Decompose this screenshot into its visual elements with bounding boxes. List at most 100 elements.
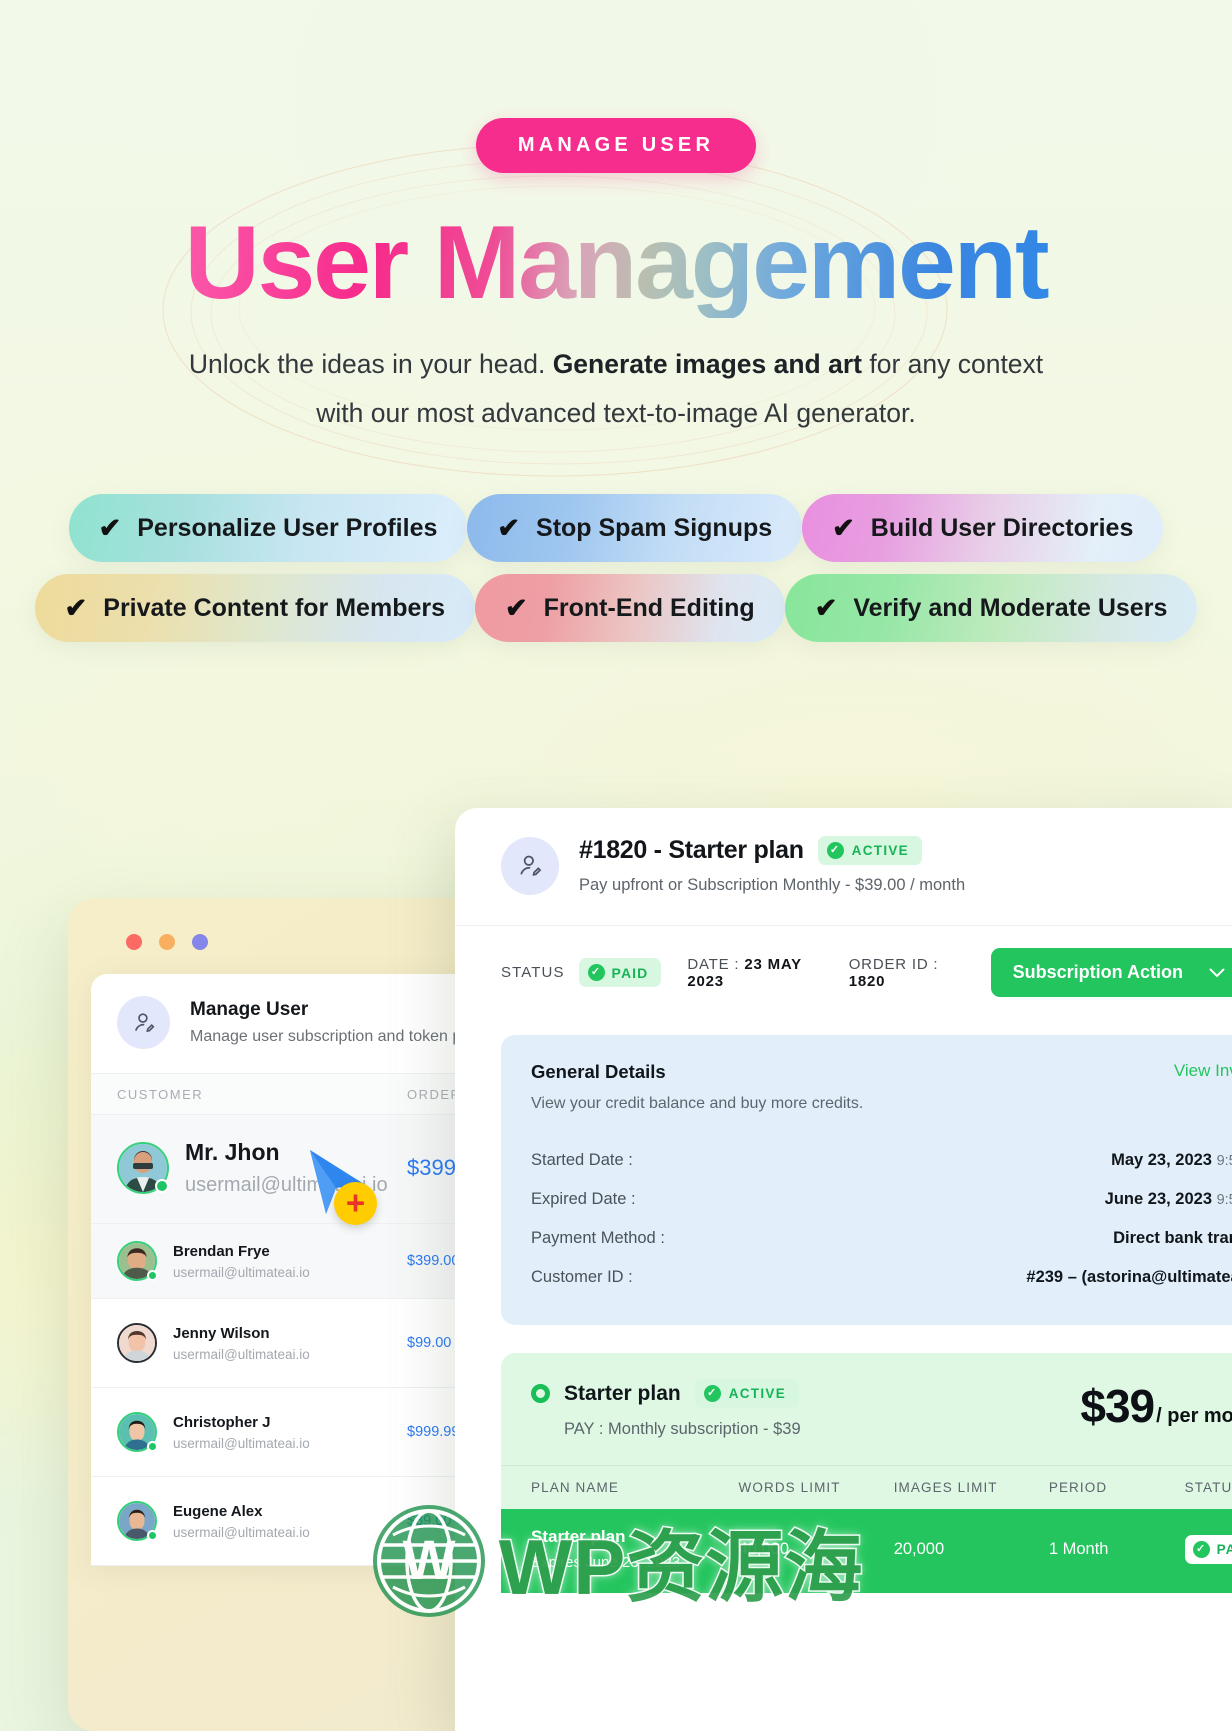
plan-radio-icon — [531, 1384, 550, 1403]
plan-column-header-words: WORDS LIMIT — [738, 1480, 841, 1495]
customer-email: usermail@ultimateai.io — [173, 1524, 310, 1540]
page-title: User Management — [0, 208, 1232, 318]
plan-table-header: PLAN NAME WORDS LIMIT IMAGES LIMIT PERIO… — [501, 1465, 1232, 1509]
customer-email: usermail@ultimateai.io — [173, 1346, 310, 1362]
feature-pill-private-content-for-members[interactable]: ✔ Private Content for Members — [34, 574, 476, 643]
hero-section: MANAGE USER User Management Unlock the i… — [0, 0, 1232, 643]
plan-row-expires: Expires June 23, 2023 — [531, 1554, 681, 1571]
hero-subtitle: Unlock the ideas in your head. Generate … — [136, 340, 1096, 438]
feature-pill-front-end-editing[interactable]: ✔ Front-End Editing — [475, 574, 785, 643]
feature-pill-personalize-user-profiles[interactable]: ✔ Personalize User Profiles — [68, 494, 468, 563]
subscription-action-label: Subscription Action — [1012, 962, 1183, 982]
check-circle-icon: ✓ — [587, 964, 605, 981]
detail-title-row: #1820 - Starter plan ✓ ACTIVE — [579, 836, 965, 865]
plan-row-period: 1 Month — [1048, 1539, 1109, 1558]
online-indicator — [147, 1270, 158, 1281]
general-details-rows: Started Date : May 23, 2023 9:58 am Expi… — [531, 1141, 1232, 1297]
check-icon: ✔ — [497, 512, 521, 543]
plan-row-paid-badge: ✓ PAID — [1184, 1534, 1232, 1564]
customer-cell: Jenny Wilson usermail@ultimateai.io — [117, 1323, 407, 1363]
manage-user-subtitle: Manage user subscription and token packs — [190, 1028, 495, 1045]
plan-column-header-period: PERIOD — [1048, 1480, 1108, 1495]
status-label: STATUS — [501, 964, 565, 981]
detail-row: Customer ID : #239 – (astorina@ultimatea… — [531, 1258, 1232, 1297]
plan-status-label: ACTIVE — [728, 1386, 787, 1401]
customer-name: Mr. Jhon — [185, 1139, 280, 1165]
feature-pill-label: Build User Directories — [870, 513, 1134, 542]
general-details-description: View your credit balance and buy more cr… — [531, 1095, 864, 1112]
online-indicator — [147, 1530, 158, 1541]
order-date-label: DATE : — [687, 955, 745, 973]
detail-row: Payment Method : Direct bank transfer — [531, 1219, 1232, 1258]
online-indicator — [155, 1179, 169, 1193]
subtitle-emphasis: Generate images and art — [552, 349, 862, 380]
customer-name: Eugene Alex — [173, 1502, 263, 1520]
order-id-value: 1820 — [848, 972, 886, 990]
close-window-dot[interactable] — [126, 934, 142, 950]
general-details-header: General Details View your credit balance… — [531, 1061, 1232, 1113]
plan-pay-description: PAY : Monthly subscription - $39 — [564, 1420, 801, 1438]
plan-row-images-limit: 20,000 — [893, 1539, 945, 1558]
feature-pill-build-user-directories[interactable]: ✔ Build User Directories — [802, 494, 1164, 563]
plan-column-header-status: STATUS — [1184, 1480, 1232, 1495]
check-icon: ✔ — [505, 592, 528, 623]
detail-row-value-main: May 23, 2023 — [1111, 1151, 1212, 1169]
detail-row: Expired Date : June 23, 2023 9:58 am — [531, 1180, 1232, 1219]
customer-cell: Christopher J usermail@ultimateai.io — [117, 1412, 407, 1452]
general-details-title: General Details — [531, 1061, 666, 1082]
plan-card-header: Starter plan ✓ ACTIVE PAY : Monthly subs… — [501, 1353, 1232, 1465]
plan-column-header-name: PLAN NAME — [531, 1480, 619, 1495]
avatar — [117, 1412, 158, 1452]
order-date: DATE : 23 MAY 2023 — [687, 956, 822, 990]
plan-price-period: / per month — [1156, 1405, 1232, 1427]
feature-pill-label: Private Content for Members — [103, 593, 446, 622]
plan-price-amount: $39 — [1080, 1380, 1155, 1432]
detail-row-key: Expired Date : — [531, 1190, 636, 1208]
subtitle-part-2: for any context — [861, 349, 1044, 380]
detail-row-value: June 23, 2023 9:58 am — [1105, 1190, 1232, 1209]
user-edit-icon — [501, 836, 559, 895]
paid-badge: ✓ PAID — [578, 958, 662, 987]
detail-subtitle: Pay upfront or Subscription Monthly - $3… — [579, 876, 966, 894]
maximize-window-dot[interactable] — [192, 934, 208, 950]
view-invoice-link[interactable]: View Invoice — [1174, 1061, 1232, 1081]
detail-row-value-time: 9:58 am — [1216, 1192, 1232, 1208]
plan-status-badge: ✓ ACTIVE — [694, 1379, 800, 1408]
plan-table-row: Starter plan Expires June 23, 2023 40,00… — [501, 1509, 1232, 1593]
avatar — [117, 1501, 158, 1541]
customer-cell: Brendan Frye usermail@ultimateai.io — [117, 1241, 407, 1281]
feature-pill-stop-spam-signups[interactable]: ✔ Stop Spam Signups — [467, 494, 803, 563]
chevron-down-icon — [1209, 968, 1225, 977]
detail-row-value-main: June 23, 2023 — [1104, 1190, 1212, 1208]
manage-user-title: Manage User — [190, 999, 309, 1020]
feature-pill-label: Verify and Moderate Users — [853, 593, 1168, 622]
subtitle-line-2: with our most advanced text-to-image AI … — [316, 398, 916, 429]
check-icon: ✔ — [98, 512, 122, 543]
minimize-window-dot[interactable] — [159, 934, 175, 950]
customer-name: Jenny Wilson — [173, 1324, 270, 1342]
status-bar: STATUS ✓ PAID DATE : 23 MAY 2023 ORDER I… — [455, 925, 1232, 1021]
detail-title: #1820 - Starter plan — [579, 836, 804, 864]
feature-pill-rows: ✔ Personalize User Profiles ✔ Stop Spam … — [0, 494, 1232, 643]
feature-pill-verify-and-moderate-users[interactable]: ✔ Verify and Moderate Users — [784, 574, 1198, 643]
check-icon: ✔ — [64, 592, 88, 623]
avatar-image — [117, 1323, 157, 1363]
detail-row: Started Date : May 23, 2023 9:58 am — [531, 1141, 1232, 1180]
feature-pill-label: Stop Spam Signups — [536, 513, 773, 542]
check-circle-icon: ✓ — [1192, 1540, 1210, 1558]
customer-cell: Eugene Alex usermail@ultimateai.io — [117, 1501, 407, 1541]
detail-row-key: Payment Method : — [531, 1229, 665, 1247]
avatar — [117, 1323, 157, 1363]
feature-pill-row-1: ✔ Personalize User Profiles ✔ Stop Spam … — [0, 494, 1232, 563]
detail-row-value: May 23, 2023 9:58 am — [1111, 1151, 1232, 1170]
column-header-customer: CUSTOMER — [117, 1087, 204, 1102]
detail-row-key: Customer ID : — [531, 1268, 633, 1286]
plan-row-status-cell: ✓ PAID — [1184, 1534, 1232, 1564]
plan-row-paid-label: PAID — [1216, 1541, 1232, 1557]
subscription-action-button[interactable]: Subscription Action — [990, 948, 1232, 997]
badge-container: MANAGE USER — [0, 118, 1232, 173]
subtitle-part-1: Unlock the ideas in your head. — [188, 349, 553, 380]
plan-column-header-images: IMAGES LIMIT — [893, 1480, 998, 1495]
subscription-detail-panel: #1820 - Starter plan ✓ ACTIVE Pay upfron… — [455, 808, 1232, 1731]
add-marker-icon: + — [334, 1182, 377, 1225]
